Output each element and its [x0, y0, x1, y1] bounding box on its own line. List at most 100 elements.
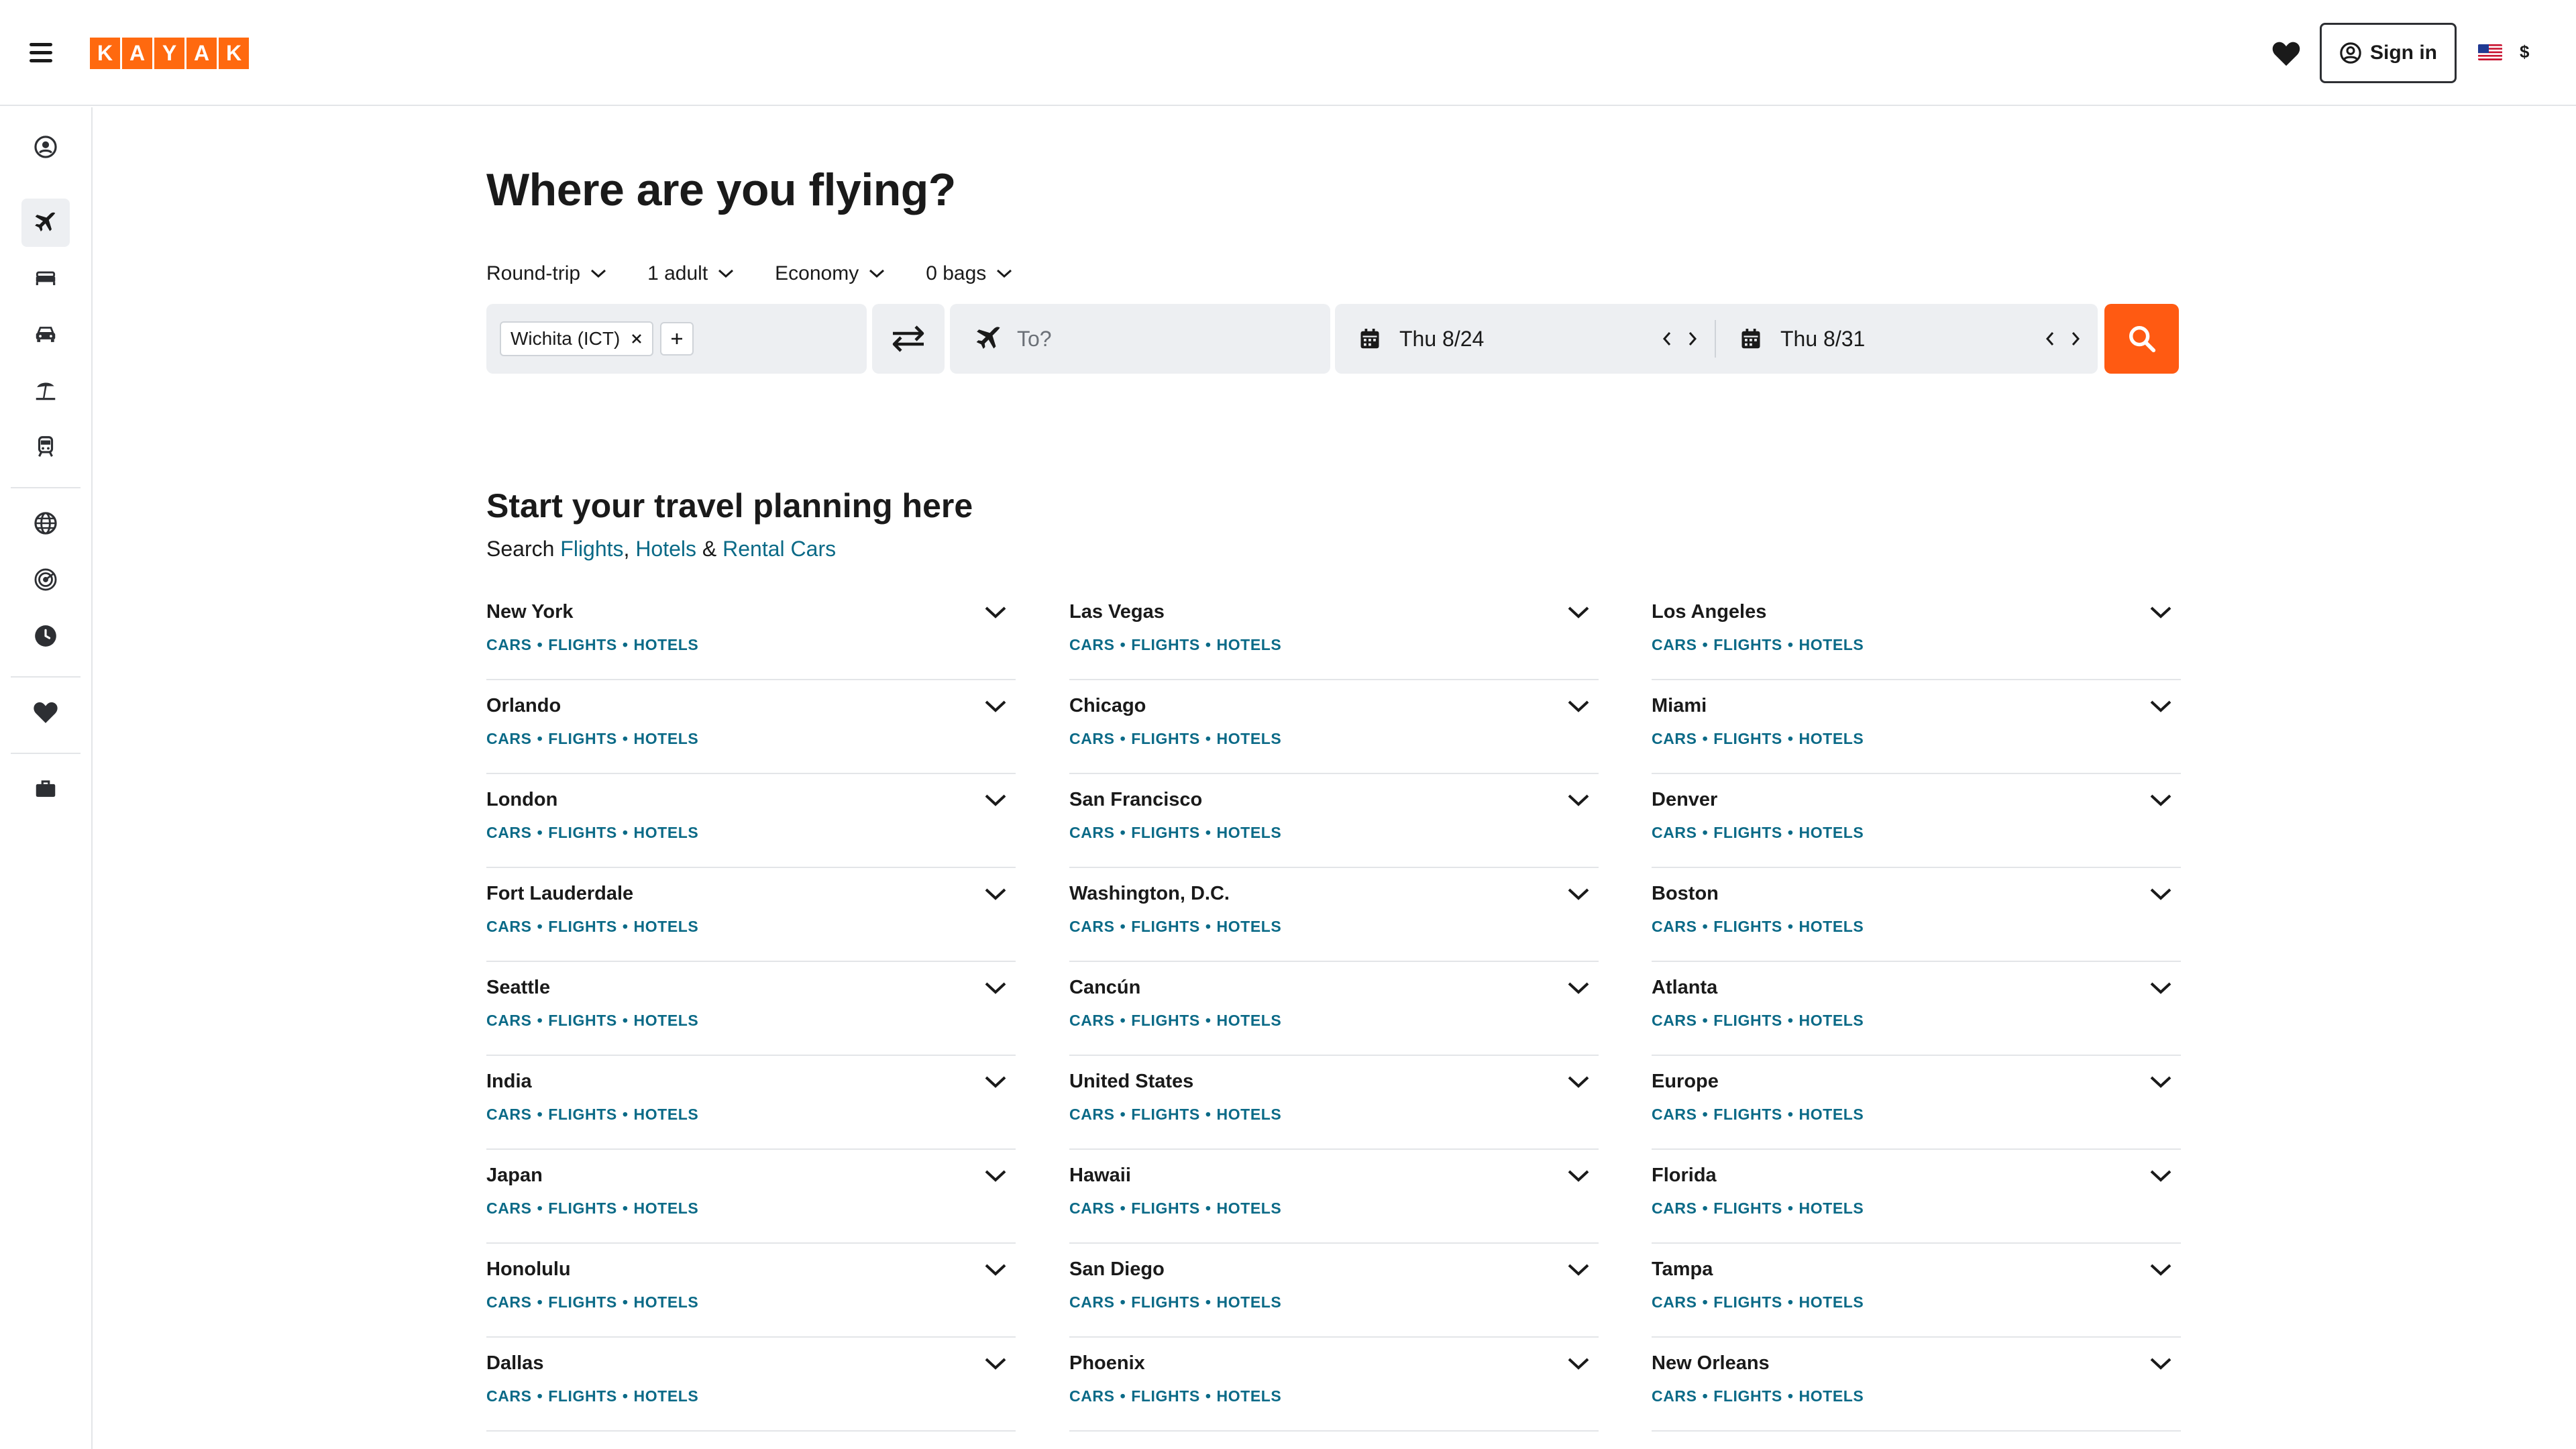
city-flights-link[interactable]: FLIGHTS — [1713, 1106, 1782, 1123]
search-submit-button[interactable] — [2104, 304, 2179, 374]
city-hotels-link[interactable]: HOTELS — [1799, 918, 1864, 935]
city-hotels-link[interactable]: HOTELS — [1799, 730, 1864, 747]
expand-chevron-down-icon[interactable] — [1566, 884, 1591, 903]
city-name[interactable]: Miami — [1652, 695, 1707, 717]
hotels-link[interactable]: Hotels — [635, 537, 696, 561]
city-hotels-link[interactable]: HOTELS — [633, 918, 698, 935]
city-hotels-link[interactable]: HOTELS — [1216, 824, 1281, 841]
trip-type-dropdown[interactable]: Round-trip — [486, 262, 607, 285]
bags-dropdown[interactable]: 0 bags — [926, 262, 1013, 285]
city-name[interactable]: United States — [1069, 1071, 1193, 1093]
city-hotels-link[interactable]: HOTELS — [1799, 1293, 1864, 1311]
expand-chevron-down-icon[interactable] — [2149, 602, 2173, 621]
city-name[interactable]: San Diego — [1069, 1258, 1165, 1281]
city-cars-link[interactable]: CARS — [486, 1293, 532, 1311]
city-flights-link[interactable]: FLIGHTS — [1131, 824, 1200, 841]
city-hotels-link[interactable]: HOTELS — [1799, 1106, 1864, 1123]
expand-chevron-down-icon[interactable] — [2149, 978, 2173, 997]
city-cars-link[interactable]: CARS — [486, 1387, 532, 1405]
city-hotels-link[interactable]: HOTELS — [633, 1387, 698, 1405]
return-prev-day-chevron-left-icon[interactable] — [2041, 327, 2059, 351]
trips-radar-icon[interactable] — [21, 555, 70, 604]
city-name[interactable]: New York — [486, 601, 573, 623]
city-cars-link[interactable]: CARS — [486, 1106, 532, 1123]
menu-hamburger-icon[interactable] — [30, 39, 62, 66]
city-cars-link[interactable]: CARS — [1069, 1293, 1115, 1311]
city-cars-link[interactable]: CARS — [1652, 1012, 1697, 1029]
origin-airport-chip[interactable]: Wichita (ICT) — [500, 321, 654, 356]
city-flights-link[interactable]: FLIGHTS — [1131, 918, 1200, 935]
city-cars-link[interactable]: CARS — [1652, 1199, 1697, 1217]
destination-input[interactable] — [1017, 326, 1312, 352]
city-hotels-link[interactable]: HOTELS — [633, 1012, 698, 1029]
history-icon[interactable] — [21, 612, 70, 660]
city-flights-link[interactable]: FLIGHTS — [1713, 636, 1782, 653]
flights-icon[interactable] — [21, 199, 70, 247]
city-hotels-link[interactable]: HOTELS — [1799, 636, 1864, 653]
city-name[interactable]: Tampa — [1652, 1258, 1713, 1281]
city-name[interactable]: Denver — [1652, 789, 1717, 811]
city-name[interactable]: Las Vegas — [1069, 601, 1165, 623]
city-flights-link[interactable]: FLIGHTS — [1713, 824, 1782, 841]
rental-cars-link[interactable]: Rental Cars — [722, 537, 836, 561]
city-cars-link[interactable]: CARS — [1069, 824, 1115, 841]
cars-icon[interactable] — [21, 310, 70, 358]
cabin-class-dropdown[interactable]: Economy — [775, 262, 885, 285]
trips-briefcase-icon[interactable] — [21, 765, 70, 813]
return-date-picker[interactable]: Thu 8/31 — [1716, 304, 2098, 374]
city-name[interactable]: Orlando — [486, 695, 561, 717]
city-cars-link[interactable]: CARS — [486, 1199, 532, 1217]
expand-chevron-down-icon[interactable] — [1566, 1166, 1591, 1185]
expand-chevron-down-icon[interactable] — [983, 1260, 1008, 1279]
expand-chevron-down-icon[interactable] — [983, 978, 1008, 997]
city-hotels-link[interactable]: HOTELS — [633, 1199, 698, 1217]
city-hotels-link[interactable]: HOTELS — [1216, 1199, 1281, 1217]
expand-chevron-down-icon[interactable] — [1566, 696, 1591, 715]
city-cars-link[interactable]: CARS — [1652, 1387, 1697, 1405]
city-hotels-link[interactable]: HOTELS — [633, 730, 698, 747]
account-icon[interactable] — [21, 123, 70, 171]
city-hotels-link[interactable]: HOTELS — [1216, 730, 1281, 747]
city-flights-link[interactable]: FLIGHTS — [548, 918, 617, 935]
city-cars-link[interactable]: CARS — [1069, 1387, 1115, 1405]
city-name[interactable]: Europe — [1652, 1071, 1719, 1093]
expand-chevron-down-icon[interactable] — [983, 1354, 1008, 1373]
city-hotels-link[interactable]: HOTELS — [633, 1293, 698, 1311]
city-hotels-link[interactable]: HOTELS — [1216, 1387, 1281, 1405]
depart-prev-day-chevron-left-icon[interactable] — [1658, 327, 1676, 351]
depart-date-picker[interactable]: Thu 8/24 — [1335, 304, 1715, 374]
city-name[interactable]: Japan — [486, 1165, 543, 1187]
city-cars-link[interactable]: CARS — [1069, 730, 1115, 747]
city-flights-link[interactable]: FLIGHTS — [1713, 1387, 1782, 1405]
saved-heart-icon[interactable] — [21, 688, 70, 737]
expand-chevron-down-icon[interactable] — [983, 1072, 1008, 1091]
packages-icon[interactable] — [21, 366, 70, 415]
swap-origin-destination-button[interactable] — [872, 304, 945, 374]
city-hotels-link[interactable]: HOTELS — [633, 1106, 698, 1123]
locale-currency-selector[interactable]: $ — [2478, 42, 2529, 62]
expand-chevron-down-icon[interactable] — [2149, 1072, 2173, 1091]
city-cars-link[interactable]: CARS — [486, 918, 532, 935]
city-flights-link[interactable]: FLIGHTS — [1713, 1199, 1782, 1217]
travelers-dropdown[interactable]: 1 adult — [647, 262, 735, 285]
expand-chevron-down-icon[interactable] — [983, 602, 1008, 621]
add-origin-plus-icon[interactable] — [660, 322, 694, 356]
city-name[interactable]: Florida — [1652, 1165, 1717, 1187]
city-flights-link[interactable]: FLIGHTS — [1131, 1012, 1200, 1029]
city-flights-link[interactable]: FLIGHTS — [548, 1387, 617, 1405]
city-hotels-link[interactable]: HOTELS — [1216, 1106, 1281, 1123]
city-flights-link[interactable]: FLIGHTS — [548, 1106, 617, 1123]
expand-chevron-down-icon[interactable] — [2149, 790, 2173, 809]
city-flights-link[interactable]: FLIGHTS — [1131, 1293, 1200, 1311]
city-flights-link[interactable]: FLIGHTS — [1713, 730, 1782, 747]
expand-chevron-down-icon[interactable] — [983, 1166, 1008, 1185]
city-flights-link[interactable]: FLIGHTS — [548, 824, 617, 841]
city-hotels-link[interactable]: HOTELS — [1799, 1199, 1864, 1217]
city-cars-link[interactable]: CARS — [486, 824, 532, 841]
city-name[interactable]: Fort Lauderdale — [486, 883, 633, 905]
city-name[interactable]: Dallas — [486, 1352, 543, 1375]
city-cars-link[interactable]: CARS — [1069, 1199, 1115, 1217]
flights-link[interactable]: Flights — [560, 537, 623, 561]
expand-chevron-down-icon[interactable] — [1566, 602, 1591, 621]
city-flights-link[interactable]: FLIGHTS — [1131, 1106, 1200, 1123]
